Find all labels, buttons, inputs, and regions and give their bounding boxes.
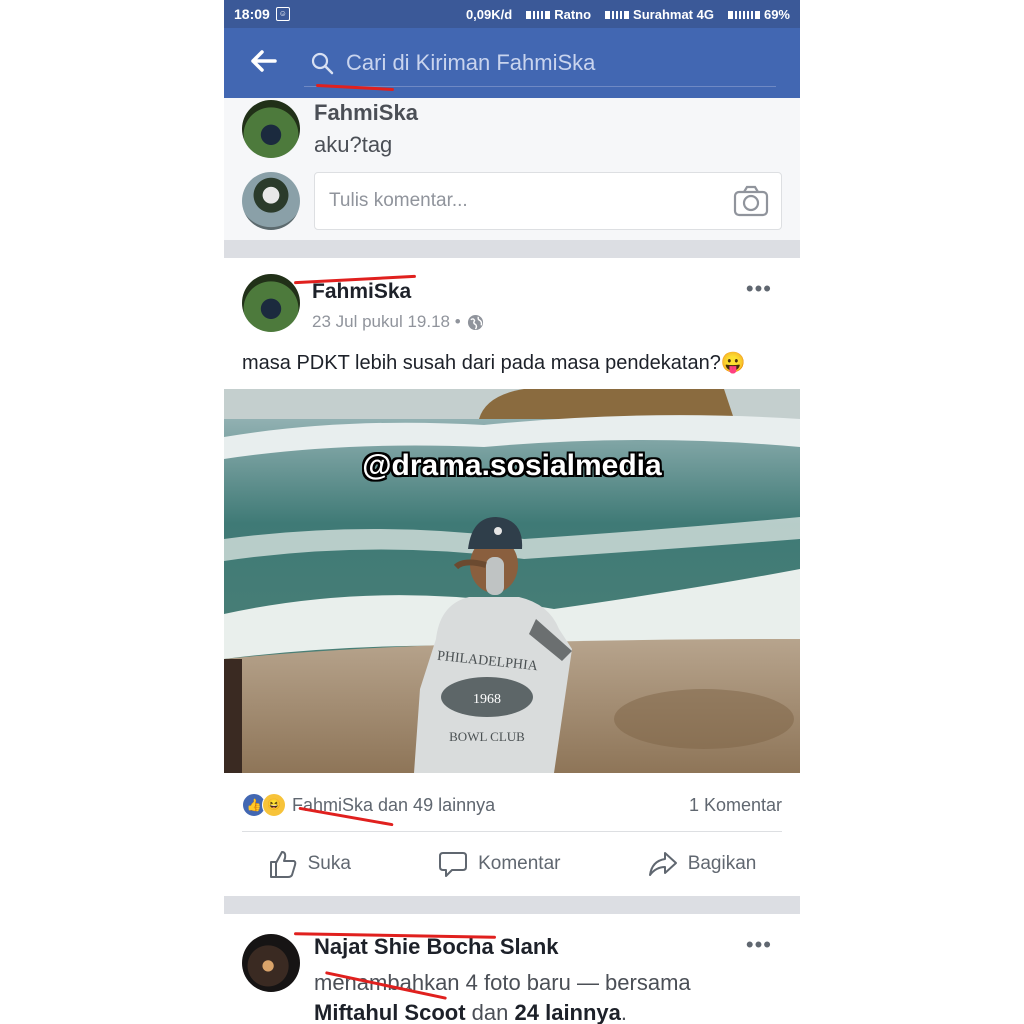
signal-icon (526, 11, 551, 20)
carrier-2-label: Surahmat 4G (633, 6, 714, 22)
period: . (620, 1000, 628, 1024)
camera-icon[interactable] (733, 185, 769, 217)
beach-photo: 1968 PHILADELPHIA BOWL CLUB (224, 389, 800, 773)
post-card: FahmiSka 23 Jul pukul 19.18 • ••• masa P… (224, 258, 800, 896)
comment-icon (439, 852, 468, 877)
like-label: Suka (307, 853, 351, 874)
comment-author[interactable]: FahmiSka (314, 100, 418, 126)
signal-icon (605, 11, 630, 20)
battery-icon (727, 11, 760, 20)
carrier-2: Surahmat 4G (605, 7, 714, 22)
back-arrow-icon[interactable] (224, 46, 304, 80)
comment-section: FahmiSka aku?tag (224, 98, 800, 240)
post-author[interactable]: Najat Shie Bocha Slank (314, 934, 691, 960)
avatar[interactable] (242, 934, 300, 992)
feed-separator (224, 896, 800, 914)
phone-screen: 18:09 ☺ 0,09K/d Ratno Surahmat 4G 69% Fa… (224, 0, 800, 1024)
carrier-1-label: Ratno (554, 6, 592, 22)
post-author[interactable]: FahmiSka (312, 280, 484, 304)
search-input[interactable] (344, 48, 768, 77)
post-header: FahmiSka 23 Jul pukul 19.18 • ••• (224, 258, 800, 332)
share-button[interactable]: Bagikan (648, 849, 757, 879)
battery-label: 69% (763, 6, 790, 22)
post-photo[interactable]: 1968 PHILADELPHIA BOWL CLUB @drama.sosia… (224, 389, 800, 773)
avatar (242, 172, 300, 230)
avatar[interactable] (242, 100, 300, 158)
comment-box[interactable] (314, 172, 782, 230)
avatar[interactable] (242, 274, 300, 332)
search-bar (224, 28, 800, 98)
post-actions: Suka Komentar Bagikan (224, 832, 800, 896)
tagged-others[interactable]: 24 lainnya (515, 1000, 621, 1024)
reactions-bar[interactable]: 👍 😆 FahmiSka dan 49 lainnya 1 Komentar (224, 773, 800, 831)
status-time: 18:09 (234, 6, 270, 22)
thumbs-up-icon (269, 851, 296, 878)
comment-item: FahmiSka aku?tag (242, 98, 782, 158)
share-label: Bagikan (687, 853, 757, 874)
comments-count[interactable]: 1 Komentar (689, 795, 782, 816)
svg-text:1968: 1968 (473, 692, 501, 707)
status-bar: 18:09 ☺ 0,09K/d Ratno Surahmat 4G 69% (224, 0, 800, 28)
post-meta: 23 Jul pukul 19.18 • (312, 312, 484, 332)
feed-separator (224, 240, 800, 258)
post-text: menambahkan 4 foto baru — bersama Miftah… (314, 968, 691, 1024)
search-field[interactable] (304, 40, 776, 87)
carrier-1: Ratno (526, 7, 591, 22)
next-post-card: Najat Shie Bocha Slank menambahkan 4 fot… (224, 914, 800, 1024)
more-icon[interactable]: ••• (746, 276, 772, 302)
and-text: dan (471, 1000, 509, 1024)
comment-label: Komentar (478, 853, 561, 874)
svg-text:BOWL CLUB: BOWL CLUB (449, 729, 525, 744)
battery: 69% (727, 6, 790, 22)
notification-icon: ☺ (275, 7, 290, 21)
more-icon[interactable]: ••• (746, 932, 772, 958)
search-icon (311, 52, 334, 74)
haha-reaction-icon: 😆 (262, 793, 286, 817)
network-speed: 0,09K/d (465, 6, 513, 22)
post-timestamp[interactable]: 23 Jul pukul 19.18 • (312, 312, 461, 332)
like-button[interactable]: Suka (268, 849, 351, 879)
tagged-person[interactable]: Miftahul Scoot (314, 1000, 466, 1024)
post-text: masa PDKT lebih susah dari pada masa pen… (242, 352, 746, 374)
comment-text: aku?tag (314, 132, 393, 157)
write-comment-row (242, 172, 782, 230)
share-icon (648, 852, 677, 876)
comment-button[interactable]: Komentar (438, 849, 560, 879)
comment-input[interactable] (327, 189, 733, 213)
globe-icon (467, 314, 483, 330)
photo-watermark: @drama.sosialmedia (362, 449, 662, 482)
